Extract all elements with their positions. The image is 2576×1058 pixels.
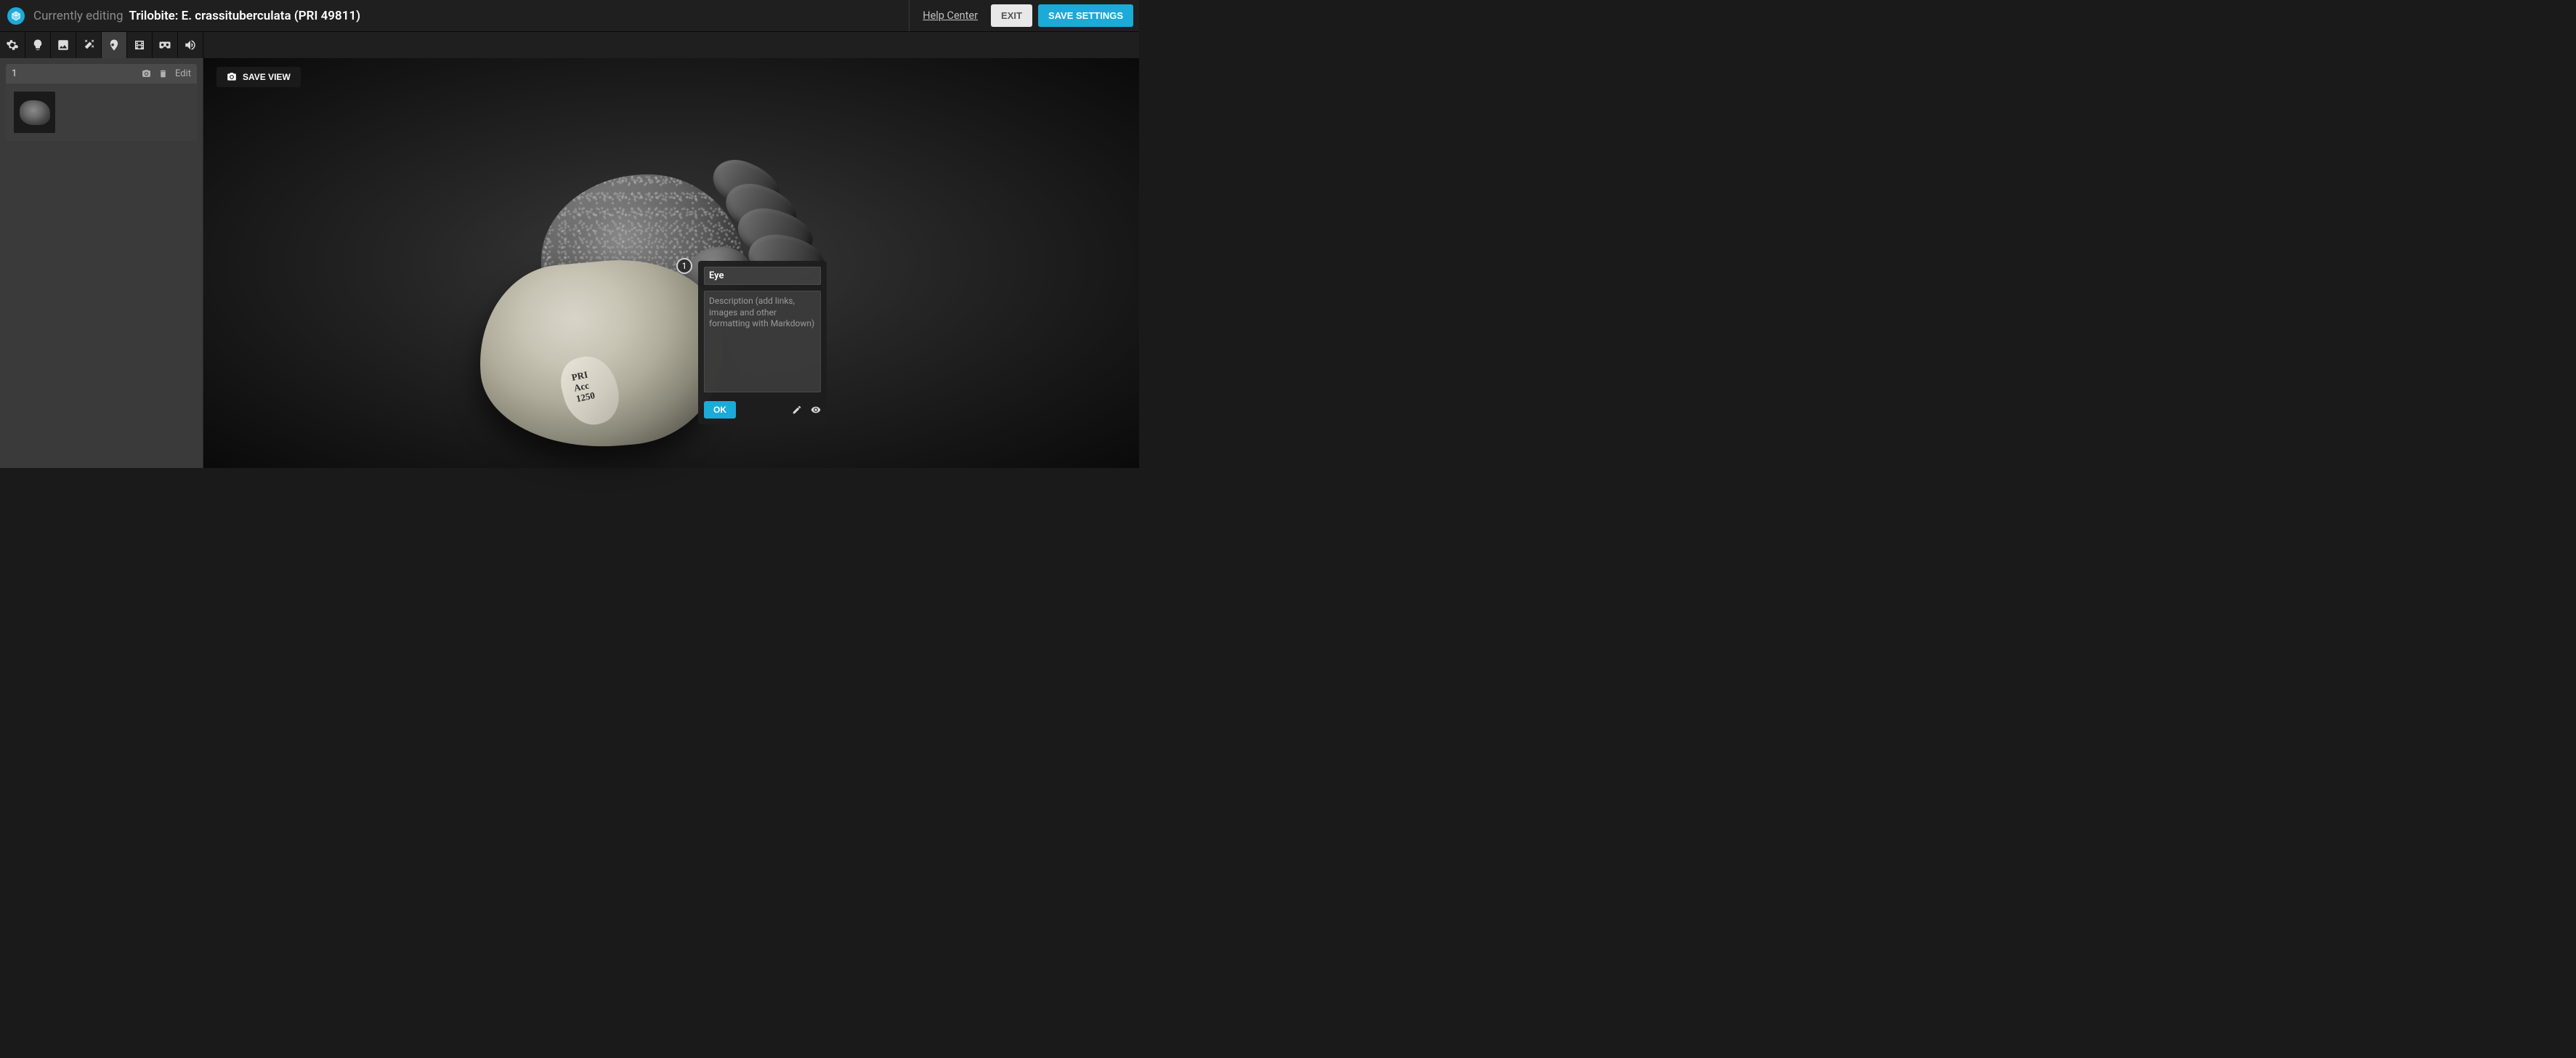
editing-label: Currently editing	[33, 9, 123, 23]
annotation-item-header: 1 Edit	[6, 64, 197, 84]
annotation-edit-link[interactable]: Edit	[175, 68, 191, 79]
popup-footer: OK	[704, 401, 821, 419]
model-title: Trilobite: E. crassituberculata (PRI 498…	[129, 9, 361, 23]
wand-icon	[82, 39, 95, 52]
annotations-sidebar: 1 Edit	[0, 58, 203, 468]
annotation-marker-1[interactable]: 1	[676, 258, 692, 274]
camera-icon	[227, 72, 237, 82]
trash-icon[interactable]	[158, 69, 168, 78]
save-view-label: SAVE VIEW	[243, 72, 291, 82]
image-icon	[57, 39, 70, 52]
tool-lighting[interactable]	[25, 32, 51, 58]
annotation-description-input[interactable]	[704, 291, 821, 392]
annotation-title-input[interactable]	[704, 267, 821, 285]
tool-animation[interactable]	[127, 32, 153, 58]
annotation-editor-popup: OK	[698, 261, 827, 424]
3d-viewport[interactable]: SAVE VIEW PRI Acc 1250 1	[203, 58, 1139, 468]
editor-toolbar	[0, 32, 1139, 58]
exit-button[interactable]: EXIT	[991, 4, 1032, 27]
tool-vr[interactable]	[153, 32, 178, 58]
cube-icon	[11, 11, 21, 21]
film-icon	[133, 39, 146, 52]
tool-materials[interactable]	[76, 32, 102, 58]
tool-background[interactable]	[51, 32, 76, 58]
tool-annotations[interactable]	[102, 32, 127, 58]
annotation-ok-button[interactable]: OK	[704, 401, 736, 419]
sound-icon	[184, 39, 197, 52]
camera-icon[interactable]	[142, 69, 151, 78]
fossil-matrix-rock	[472, 251, 731, 457]
save-settings-button[interactable]: SAVE SETTINGS	[1038, 4, 1133, 27]
pin-icon	[108, 39, 121, 52]
main-area: 1 Edit SAVE VIEW	[0, 58, 1139, 468]
annotation-thumbnail-row	[6, 84, 197, 141]
save-view-button[interactable]: SAVE VIEW	[216, 67, 301, 87]
tool-settings[interactable]	[0, 32, 25, 58]
gear-icon	[6, 39, 19, 52]
tool-sound[interactable]	[178, 32, 203, 58]
bulb-icon	[31, 39, 44, 52]
help-center-link[interactable]: Help Center	[909, 0, 991, 31]
pencil-icon[interactable]	[792, 405, 802, 415]
thumbnail-image	[20, 100, 50, 125]
vr-icon	[158, 39, 171, 52]
annotation-list-item[interactable]: 1 Edit	[6, 64, 197, 141]
eye-icon[interactable]	[811, 405, 821, 415]
app-header: Currently editing Trilobite: E. crassitu…	[0, 0, 1139, 32]
annotation-number: 1	[12, 68, 17, 79]
sketchfab-logo[interactable]	[7, 7, 25, 25]
annotation-thumbnail[interactable]	[14, 92, 55, 133]
